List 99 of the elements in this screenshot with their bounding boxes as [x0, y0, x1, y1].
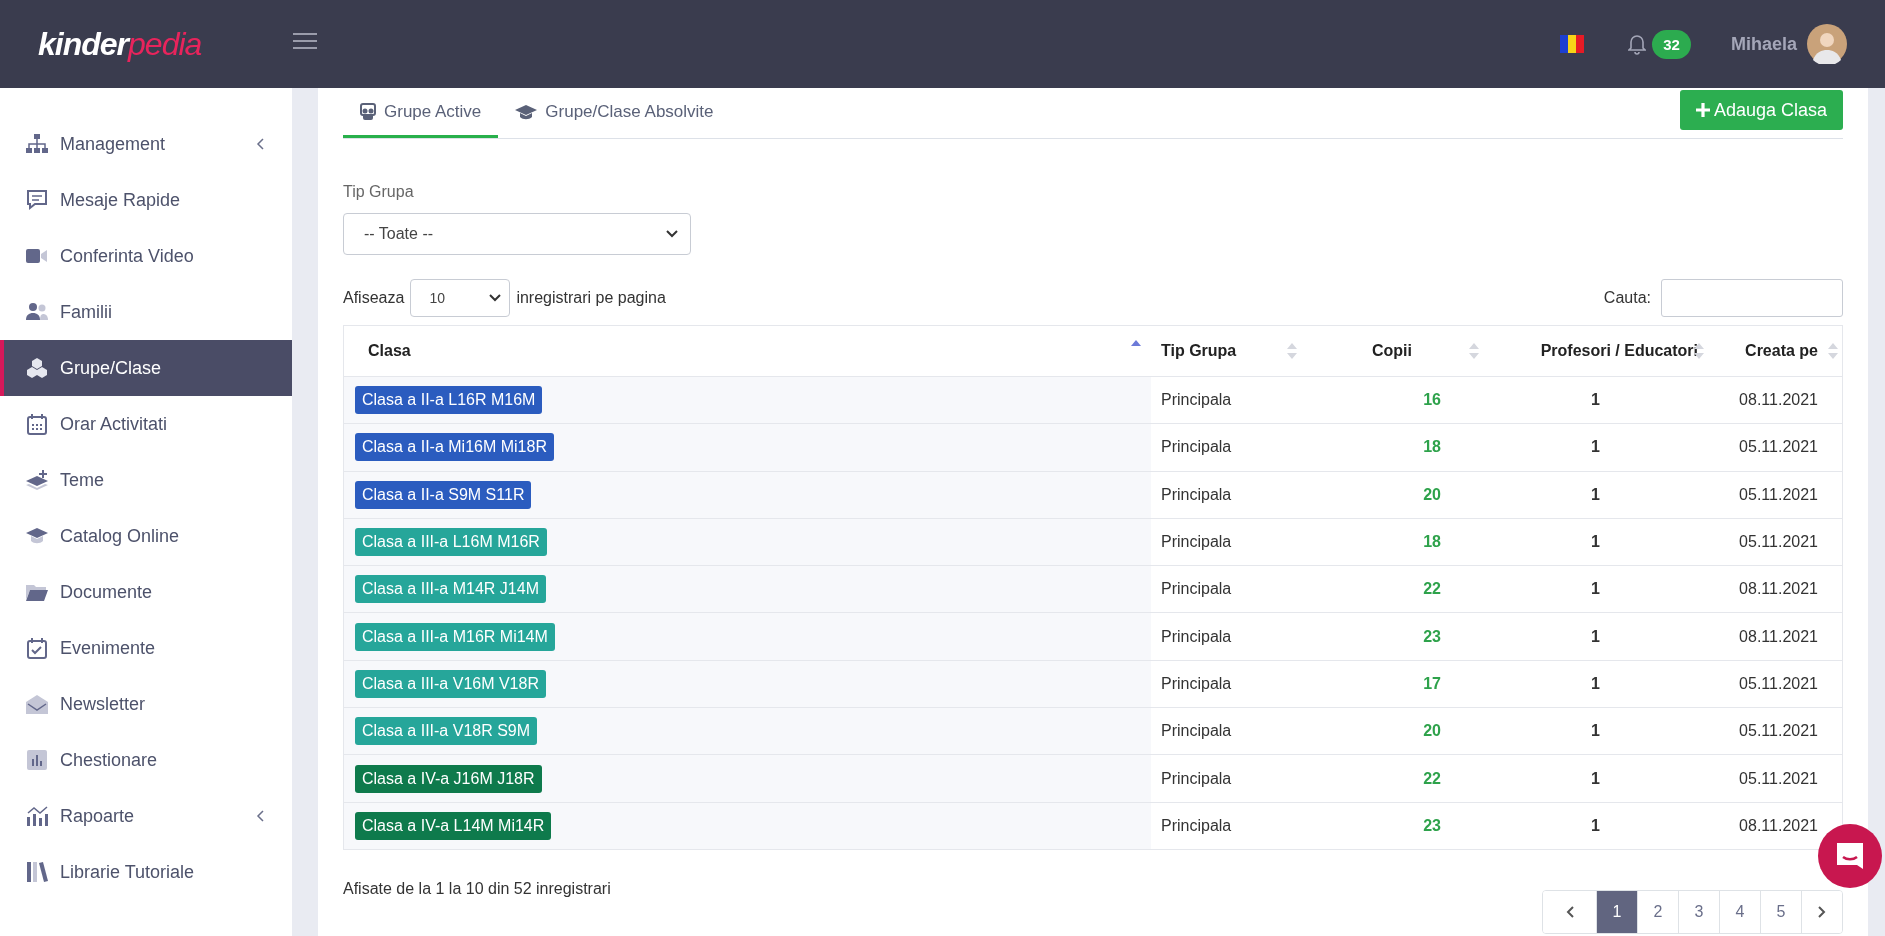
table-cell: Principala [1151, 660, 1301, 708]
table-cell: 20 [1301, 707, 1483, 755]
table-cell: 22 [1301, 565, 1483, 613]
sidebar-item[interactable]: Familii [0, 284, 292, 340]
sidebar-item[interactable]: Evenimente [0, 620, 292, 676]
table-cell: 05.11.2021 [1708, 423, 1843, 472]
chevron-icon [1565, 905, 1574, 918]
caret-icon [489, 294, 502, 302]
class-tag[interactable]: Clasa a II-a S9M S11R [355, 480, 532, 509]
table-cell: 16 [1301, 376, 1483, 424]
sidebar-item[interactable]: Grupe/Clase [0, 340, 292, 396]
message-icon [26, 189, 48, 211]
sidebar-item[interactable]: Orar Activitati [0, 396, 292, 452]
table-cell: 1 [1483, 660, 1708, 708]
table-cell: 1 [1483, 471, 1708, 519]
class-tag[interactable]: Clasa a IV-a L14M Mi14R [355, 811, 552, 840]
flag-icon[interactable] [1560, 35, 1585, 53]
search-label: Cauta: [1603, 289, 1651, 307]
column-header[interactable]: Copii [1301, 325, 1483, 377]
class-tag[interactable]: Clasa a II-a Mi16M Mi18R [355, 433, 554, 462]
table-cell: Principala [1151, 565, 1301, 613]
column-header[interactable]: Clasa [343, 325, 1151, 377]
layers-plus-icon [26, 469, 48, 491]
chart-icon [26, 805, 48, 827]
group-icon [360, 102, 376, 121]
user-name[interactable]: Mihaela [1730, 33, 1797, 55]
caret-icon [666, 230, 678, 238]
table-cell: 05.11.2021 [1708, 471, 1843, 519]
table-cell: Principala [1151, 802, 1301, 850]
bell-icon[interactable] [1628, 33, 1647, 55]
table-cell: 05.11.2021 [1708, 754, 1843, 803]
cubes-icon [26, 357, 48, 379]
page-button[interactable]: 1 [1596, 890, 1637, 933]
sidebar-item[interactable]: Conferinta Video [0, 228, 292, 284]
calendar-icon [26, 413, 48, 435]
users-icon [26, 301, 48, 323]
table-cell: 05.11.2021 [1708, 707, 1843, 755]
sidebar-item[interactable]: Chestionare [0, 732, 292, 788]
table-cell: Principala [1151, 376, 1301, 424]
table-cell: Principala [1151, 707, 1301, 755]
table-cell: 1 [1483, 518, 1708, 566]
table-cell: 17 [1301, 660, 1483, 708]
table-cell: Principala [1151, 754, 1301, 803]
table-cell: 20 [1301, 471, 1483, 519]
table-cell: 18 [1301, 518, 1483, 566]
logo[interactable]: kinderpedia [38, 25, 202, 63]
table-cell: 08.11.2021 [1708, 613, 1843, 661]
table-cell: 1 [1483, 565, 1708, 613]
table-cell: Principala [1151, 423, 1301, 472]
show-label: Afiseaza [343, 289, 405, 307]
graduation-cap-icon [515, 103, 538, 120]
table-cell: Principala [1151, 471, 1301, 519]
table-cell: 22 [1301, 754, 1483, 803]
table-info: Afisate de la 1 la 10 din 52 inregistrari [343, 879, 611, 898]
table-cell: 18 [1301, 423, 1483, 472]
group-type-select[interactable]: -- Toate -- [343, 213, 691, 255]
table-cell: 1 [1483, 754, 1708, 803]
table-cell: 08.11.2021 [1708, 376, 1843, 424]
per-page-label: inregistrari pe pagina [516, 289, 666, 307]
table-cell: 1 [1483, 376, 1708, 424]
table-cell: 23 [1301, 802, 1483, 850]
column-header[interactable]: Tip Grupa [1151, 325, 1301, 377]
column-header[interactable]: Profesori / Educatori [1483, 325, 1708, 377]
sidebar-item[interactable]: Rapoarte [0, 788, 292, 844]
table-cell: 23 [1301, 613, 1483, 661]
table-cell: 08.11.2021 [1708, 565, 1843, 613]
sidebar-item[interactable]: Librarie Tutoriale [0, 844, 292, 900]
table-cell: 1 [1483, 707, 1708, 755]
class-tag[interactable]: Clasa a II-a L16R M16M [355, 386, 543, 415]
bar-chart-icon [26, 749, 48, 771]
table-cell: 1 [1483, 613, 1708, 661]
sidebar-item[interactable]: Newsletter [0, 676, 292, 732]
table-cell: Principala [1151, 518, 1301, 566]
sidebar-item[interactable]: Catalog Online [0, 508, 292, 564]
avatar[interactable] [1807, 24, 1847, 64]
tab[interactable]: Grupe Active [343, 88, 499, 138]
sidebar-item[interactable]: Management [0, 116, 292, 172]
chevron-icon [1818, 905, 1826, 918]
table-cell: 05.11.2021 [1708, 518, 1843, 566]
class-tag[interactable]: Clasa a IV-a J16M J18R [355, 764, 542, 793]
search-field[interactable] [1661, 279, 1843, 317]
tab[interactable]: Grupe/Clase Absolvite [498, 88, 731, 138]
sidebar-item[interactable]: Documente [0, 564, 292, 620]
sitemap-icon [26, 133, 48, 155]
table-cell: 1 [1483, 423, 1708, 472]
menu-icon[interactable] [293, 32, 318, 50]
table-cell: 05.11.2021 [1708, 660, 1843, 708]
sidebar-item[interactable]: Mesaje Rapide [0, 172, 292, 228]
sidebar-item[interactable]: Teme [0, 452, 292, 508]
envelope-icon [26, 693, 48, 715]
page-size-select[interactable]: 10 [410, 279, 511, 317]
table-cell: Principala [1151, 613, 1301, 661]
column-header[interactable]: Creata pe [1708, 325, 1843, 377]
notification-badge: 32 [1652, 29, 1691, 59]
calendar-check-icon [26, 637, 48, 659]
plus-icon [1695, 103, 1710, 117]
filter-label: Tip Grupa [343, 183, 415, 201]
books-icon [26, 861, 48, 883]
table-cell: 1 [1483, 802, 1708, 850]
